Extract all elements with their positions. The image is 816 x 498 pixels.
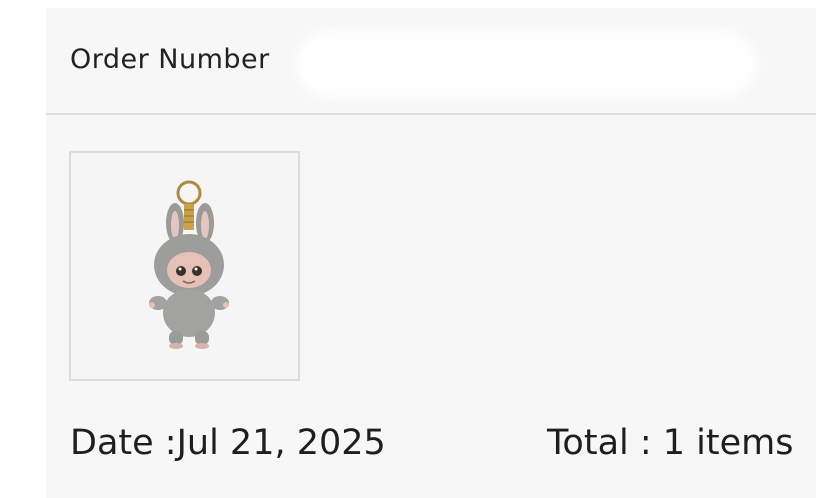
order-number-label: Order Number xyxy=(70,44,270,75)
divider xyxy=(46,113,816,115)
product-thumbnail[interactable] xyxy=(69,151,300,381)
order-header: Order Number xyxy=(46,8,816,114)
order-number-redaction xyxy=(296,30,756,98)
order-total-items: Total : 1 items xyxy=(547,423,794,463)
order-card[interactable]: Order Number Date:Jul 21, 2025 Total: … xyxy=(46,8,816,498)
order-date: Date :Jul 21, 2025 xyxy=(70,423,386,463)
plush-keychain-image xyxy=(149,180,229,349)
